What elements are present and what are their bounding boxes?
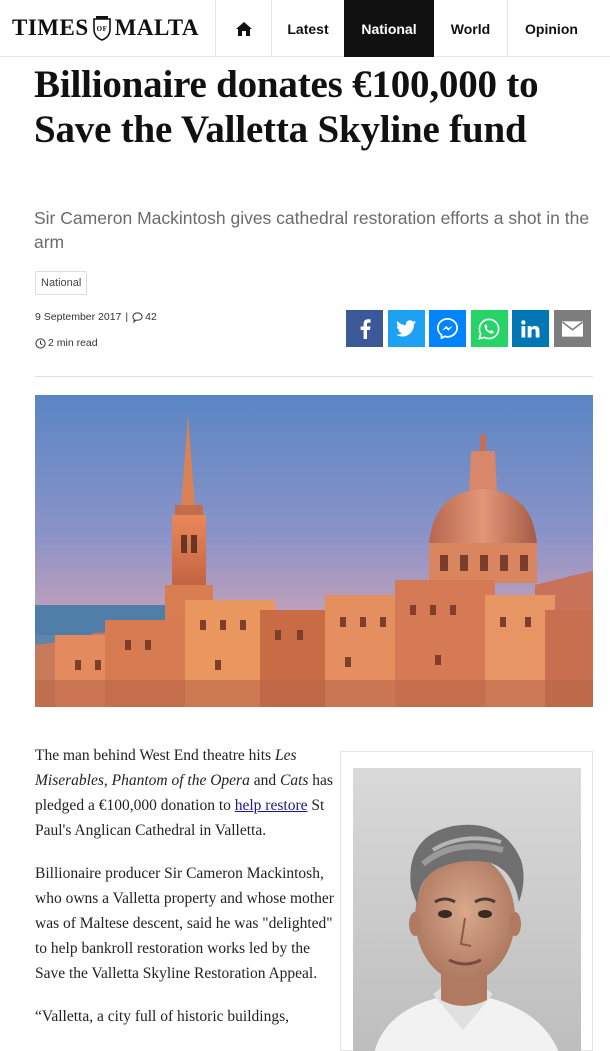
hero-image[interactable] <box>35 395 593 707</box>
share-email-button[interactable] <box>553 310 591 347</box>
comment-count: 42 <box>145 311 157 323</box>
article-meta: 9 September 2017 | 42 <box>35 311 157 323</box>
linkedin-icon <box>521 319 540 338</box>
share-messenger-button[interactable] <box>429 310 466 347</box>
paragraph: The man behind West End theatre hits Les… <box>35 747 333 839</box>
clock-icon <box>35 337 46 349</box>
read-time: 2 min read <box>35 337 98 349</box>
help-restore-link[interactable]: help restore <box>235 797 308 814</box>
nav-item-national[interactable]: National <box>344 0 434 57</box>
whatsapp-icon <box>478 318 500 340</box>
logo-text-left: TIMES <box>12 15 89 40</box>
share-twitter-button[interactable] <box>387 310 425 347</box>
email-icon <box>561 320 583 337</box>
article-body: The man behind West End theatre hits Les… <box>35 743 335 1047</box>
portrait-figure <box>340 751 593 1051</box>
logo-text-mid: OF <box>96 25 107 33</box>
home-icon <box>235 21 252 36</box>
header-divider <box>35 376 593 377</box>
nav-item-world[interactable]: World <box>434 0 507 57</box>
share-facebook-button[interactable] <box>346 310 383 347</box>
article-title: Billionaire donates €100,000 to Save the… <box>34 63 539 151</box>
meta-separator: | <box>125 311 129 323</box>
logo-text-right: MALTA <box>114 15 199 40</box>
category-tag[interactable]: National <box>35 271 88 295</box>
paragraph: Billionaire producer Sir Cameron Mackint… <box>35 865 334 982</box>
portrait-image[interactable] <box>353 768 581 1051</box>
site-header: TIMES OF MALTA Latest National World Opi… <box>0 0 610 57</box>
paragraph: “Valletta, a city full of historic build… <box>35 1008 289 1025</box>
share-whatsapp-button[interactable] <box>470 310 508 347</box>
crest-icon: OF <box>92 15 112 41</box>
share-bar <box>346 310 591 347</box>
read-time-label: 2 min read <box>48 337 98 349</box>
facebook-icon <box>360 318 371 339</box>
comment-icon <box>132 311 143 323</box>
twitter-icon <box>396 320 416 337</box>
comments-link[interactable]: 42 <box>132 311 157 323</box>
nav-item-opinion[interactable]: Opinion <box>507 0 595 57</box>
nav-home[interactable] <box>215 0 271 57</box>
main-nav: Latest National World Opinion <box>215 0 595 57</box>
messenger-icon <box>437 318 458 339</box>
publish-date: 9 September 2017 <box>35 311 122 323</box>
article-subtitle: Sir Cameron Mackintosh gives cathedral r… <box>34 208 590 252</box>
site-logo[interactable]: TIMES OF MALTA <box>12 13 199 43</box>
nav-item-latest[interactable]: Latest <box>271 0 344 57</box>
share-linkedin-button[interactable] <box>512 310 549 347</box>
